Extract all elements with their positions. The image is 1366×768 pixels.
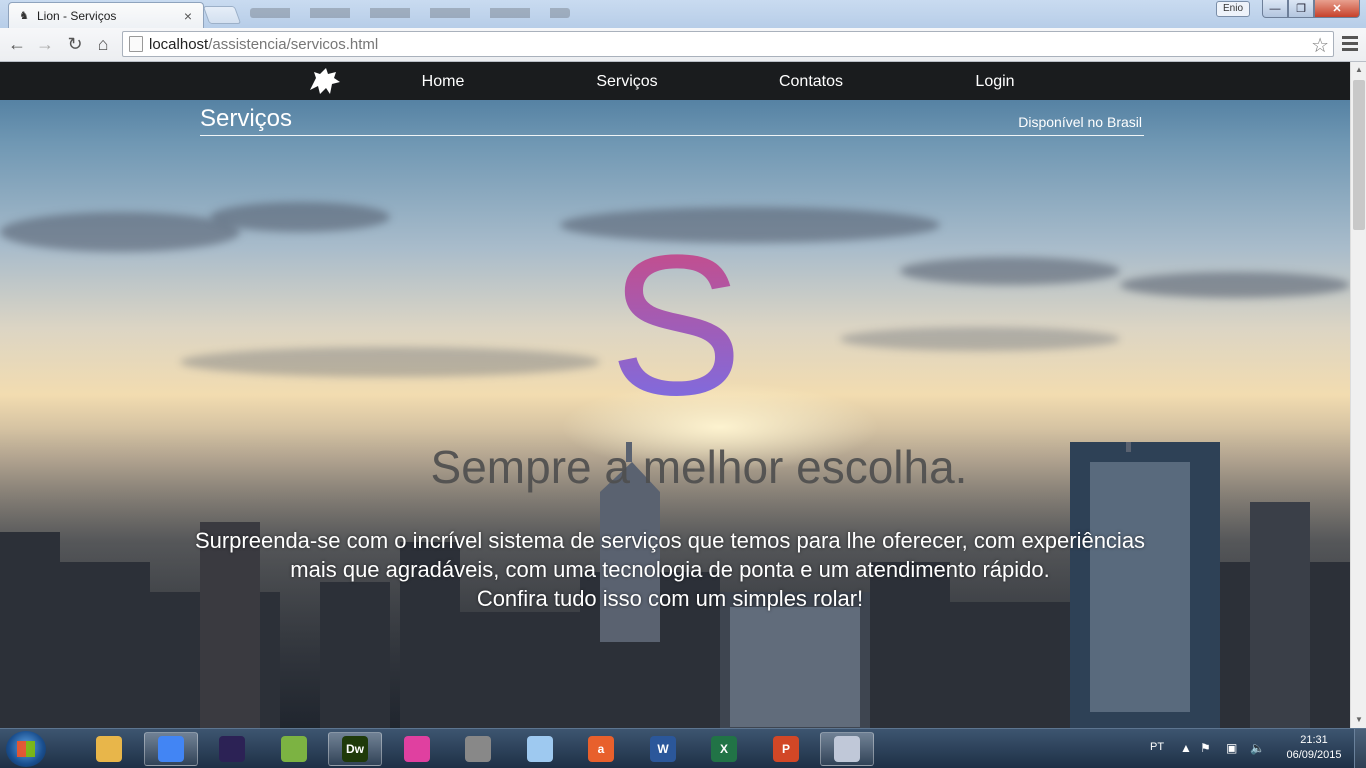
taskbar-app-virtualbox[interactable] xyxy=(513,732,567,766)
taskbar-app-powerpoint[interactable]: P xyxy=(759,732,813,766)
reload-icon[interactable]: ↻ xyxy=(64,33,86,55)
taskbar-app-word[interactable]: W xyxy=(636,732,690,766)
bookmark-star-icon[interactable]: ☆ xyxy=(1311,33,1329,58)
cloud-decoration xyxy=(1120,272,1350,298)
windows-taskbar: Dw a W X P PT ▲ ⚑ ▣ 🔈 21:31 06/09/2015 xyxy=(0,728,1366,768)
back-arrow-icon[interactable]: ← xyxy=(6,33,28,55)
action-center-flag-icon[interactable]: ⚑ xyxy=(1200,741,1211,755)
browser-tab-active[interactable]: ♞ Lion - Serviços × xyxy=(8,2,204,28)
taskbar-app-file-explorer[interactable] xyxy=(82,732,136,766)
virtualbox-icon xyxy=(527,736,553,762)
nav-link-login[interactable]: Login xyxy=(935,73,1055,91)
taskbar-app-eclipse[interactable] xyxy=(205,732,259,766)
description-line: mais que agradáveis, com uma tecnologia … xyxy=(290,557,1050,582)
close-window-button[interactable]: ✕ xyxy=(1314,0,1360,18)
taskbar-app-paint[interactable] xyxy=(820,732,874,766)
volume-muted-icon[interactable]: 🔈 xyxy=(1250,741,1265,755)
cloud-decoration xyxy=(900,257,1120,285)
lion-favicon-icon: ♞ xyxy=(19,10,29,22)
new-tab-button[interactable] xyxy=(202,6,242,24)
browser-titlebar: ♞ Lion - Serviços × Enio — ❐ ✕ xyxy=(0,0,1366,28)
network-icon[interactable]: ▣ xyxy=(1226,741,1237,755)
taskbar-app-android-studio[interactable] xyxy=(267,732,321,766)
chrome-icon xyxy=(158,736,184,762)
hero-description: Surpreenda-se com o incrível sistema de … xyxy=(120,526,1220,613)
cloud-decoration xyxy=(180,347,600,377)
hero-letter-s: S xyxy=(609,252,742,422)
page-scrollbar[interactable]: ▲ ▼ xyxy=(1350,62,1366,728)
availability-text: Disponível no Brasil xyxy=(1018,114,1142,130)
tray-expand-icon[interactable]: ▲ xyxy=(1180,741,1192,755)
taskbar-app-excel[interactable]: X xyxy=(697,732,751,766)
astah-icon: a xyxy=(588,736,614,762)
nav-link-servicos[interactable]: Serviços xyxy=(567,73,687,91)
excel-icon: X xyxy=(711,736,737,762)
tools-icon xyxy=(465,736,491,762)
maximize-button[interactable]: ❐ xyxy=(1288,0,1314,18)
home-icon[interactable]: ⌂ xyxy=(92,33,114,55)
description-line: Surpreenda-se com o incrível sistema de … xyxy=(194,528,1146,553)
svg-text:S: S xyxy=(609,252,742,422)
url-text[interactable]: localhost/assistencia/servicos.html xyxy=(149,36,378,53)
taskbar-app-astah[interactable]: a xyxy=(574,732,628,766)
taskbar-app-uml-tool[interactable] xyxy=(390,732,444,766)
system-clock[interactable]: 21:31 06/09/2015 xyxy=(1282,733,1346,763)
section-header: Serviços Disponível no Brasil xyxy=(200,100,1144,136)
site-navbar: Home Serviços Contatos Login xyxy=(0,62,1350,100)
chrome-menu-icon[interactable] xyxy=(1340,34,1360,54)
tab-close-button[interactable]: × xyxy=(181,8,195,24)
taskbar-app-chrome[interactable] xyxy=(144,732,198,766)
uml-tool-icon xyxy=(404,736,430,762)
page-viewport: Home Serviços Contatos Login Serviços Di… xyxy=(0,62,1350,728)
forward-arrow-icon[interactable]: → xyxy=(34,33,56,55)
language-indicator[interactable]: PT xyxy=(1150,741,1164,753)
tab-title: Lion - Serviços xyxy=(37,8,117,23)
page-icon xyxy=(129,36,143,52)
clock-date: 06/09/2015 xyxy=(1286,749,1342,761)
android-studio-icon xyxy=(281,736,307,762)
powerpoint-icon: P xyxy=(773,736,799,762)
address-bar[interactable]: localhost/assistencia/servicos.html ☆ xyxy=(122,31,1334,57)
nav-link-home[interactable]: Home xyxy=(383,73,503,91)
file-explorer-icon xyxy=(96,736,122,762)
cloud-decoration xyxy=(210,202,390,232)
blurred-background-area xyxy=(250,8,570,18)
minimize-button[interactable]: — xyxy=(1262,0,1288,18)
cloud-decoration xyxy=(0,212,240,252)
scroll-up-icon[interactable]: ▲ xyxy=(1351,62,1366,78)
dreamweaver-icon: Dw xyxy=(342,736,368,762)
taskbar-app-dreamweaver[interactable]: Dw xyxy=(328,732,382,766)
show-desktop-button[interactable] xyxy=(1354,729,1366,768)
hero-tagline: Sempre a melhor escolha. xyxy=(430,441,968,493)
cloud-decoration xyxy=(560,207,940,243)
scroll-down-icon[interactable]: ▼ xyxy=(1351,712,1366,728)
profile-badge[interactable]: Enio xyxy=(1216,1,1250,17)
lion-logo-icon[interactable] xyxy=(306,64,344,98)
nav-link-contatos[interactable]: Contatos xyxy=(751,73,871,91)
scrollbar-thumb[interactable] xyxy=(1353,80,1365,230)
eclipse-icon xyxy=(219,736,245,762)
taskbar-app-tools[interactable] xyxy=(451,732,505,766)
description-line: Confira tudo isso com um simples rolar! xyxy=(476,586,864,611)
page-title: Serviços xyxy=(200,105,293,132)
browser-toolbar: ← → ↻ ⌂ localhost/assistencia/servicos.h… xyxy=(0,28,1366,62)
start-button[interactable] xyxy=(6,731,46,767)
clock-time: 21:31 xyxy=(1300,734,1328,746)
paint-icon xyxy=(834,736,860,762)
word-icon: W xyxy=(650,736,676,762)
cloud-decoration xyxy=(840,327,1120,351)
